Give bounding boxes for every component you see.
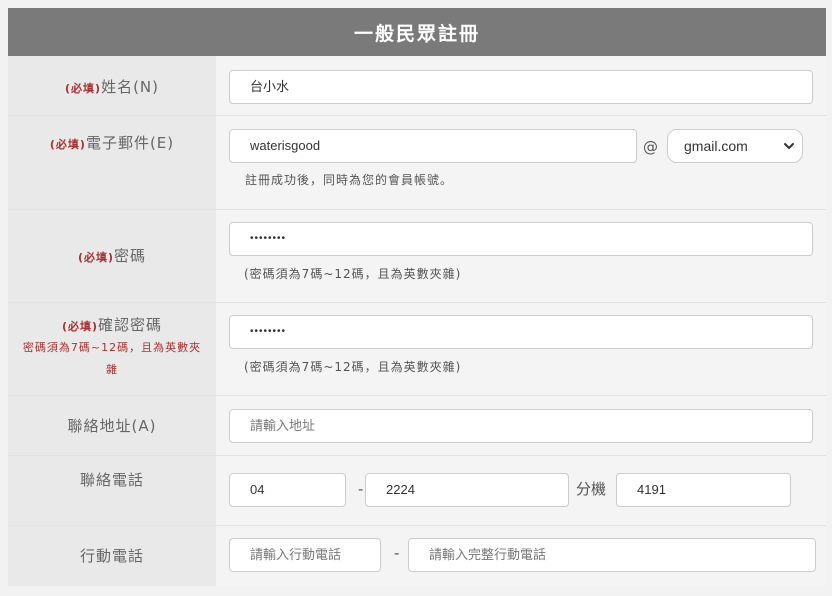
required-tag: (必填) — [61, 320, 99, 333]
at-sign: @ — [643, 138, 658, 156]
password-field-cell: •••••••• (密碼須為7碼~12碼，且為英數夾雜) — [216, 210, 826, 302]
email-label-text: 電子郵件(E) — [85, 134, 175, 152]
email-input[interactable]: waterisgood — [229, 129, 637, 163]
phone-dash: - — [358, 480, 364, 498]
password-label-text: 密碼 — [114, 247, 147, 265]
phone-field-cell: 04 - 2224 分機 4191 — [216, 456, 826, 525]
email-field-cell: waterisgood @ gmail.com 註冊成功後，同時為您的會員帳號。 — [216, 116, 826, 209]
phone-number-input[interactable]: 2224 — [365, 473, 569, 507]
address-input[interactable]: 請輸入地址 — [229, 409, 813, 443]
extension-label: 分機 — [576, 480, 607, 498]
confirm-password-input[interactable]: •••••••• — [229, 315, 813, 349]
required-tag: (必填) — [77, 251, 115, 264]
name-label: (必填)姓名(N) — [8, 56, 216, 115]
email-label: (必填)電子郵件(E) — [8, 116, 216, 209]
name-input[interactable]: 台小水 — [229, 70, 813, 104]
form-title: 一般民眾註冊 — [8, 8, 826, 56]
email-row: (必填)電子郵件(E) waterisgood @ gmail.com 註冊成功… — [8, 116, 826, 210]
email-domain-select[interactable]: gmail.com — [667, 129, 803, 163]
address-field-cell: 請輸入地址 — [216, 396, 826, 455]
confirm-password-label-text: 確認密碼 — [98, 316, 163, 334]
required-tag: (必填) — [65, 82, 102, 95]
password-input[interactable]: •••••••• — [229, 222, 813, 256]
phone-row: 聯絡電話 04 - 2224 分機 4191 — [8, 456, 826, 526]
mobile-field-cell: 請輸入行動電話 - 請輸入完整行動電話 — [216, 526, 826, 586]
phone-label: 聯絡電話 — [8, 456, 216, 525]
password-hint: (密碼須為7碼~12碼，且為英數夾雜) — [244, 267, 462, 281]
email-domain-value: gmail.com — [684, 138, 748, 154]
mobile-label: 行動電話 — [8, 526, 216, 586]
phone-area-code-input[interactable]: 04 — [229, 473, 346, 507]
password-row: (必填)密碼 •••••••• (密碼須為7碼~12碼，且為英數夾雜) — [8, 210, 826, 303]
chevron-down-icon — [784, 143, 794, 149]
extension-input[interactable]: 4191 — [616, 473, 791, 507]
mobile-number-input[interactable]: 請輸入完整行動電話 — [408, 538, 816, 572]
mobile-dash: - — [394, 544, 400, 562]
address-row: 聯絡地址(A) 請輸入地址 — [8, 396, 826, 456]
name-row: (必填)姓名(N) 台小水 — [8, 56, 826, 116]
name-field-cell: 台小水 — [216, 56, 826, 115]
confirm-password-field-cell: •••••••• (密碼須為7碼~12碼，且為英數夾雜) — [216, 303, 826, 395]
registration-form: 一般民眾註冊 (必填)姓名(N) 台小水 (必填)電子郵件(E) wateris… — [8, 8, 826, 586]
email-hint: 註冊成功後，同時為您的會員帳號。 — [245, 173, 454, 187]
confirm-password-hint: (密碼須為7碼~12碼，且為英數夾雜) — [244, 360, 462, 374]
name-label-text: 姓名(N) — [101, 78, 159, 96]
mobile-prefix-input[interactable]: 請輸入行動電話 — [229, 538, 381, 572]
confirm-password-note: 密碼須為7碼~12碼，且為英數夾雜 — [22, 341, 202, 376]
required-tag: (必填) — [49, 138, 86, 151]
address-label: 聯絡地址(A) — [8, 396, 216, 455]
confirm-password-row: (必填)確認密碼 密碼須為7碼~12碼，且為英數夾雜 •••••••• (密碼須… — [8, 303, 826, 396]
password-label: (必填)密碼 — [8, 210, 216, 302]
mobile-row: 行動電話 請輸入行動電話 - 請輸入完整行動電話 — [8, 526, 826, 586]
confirm-password-label: (必填)確認密碼 密碼須為7碼~12碼，且為英數夾雜 — [8, 303, 216, 395]
